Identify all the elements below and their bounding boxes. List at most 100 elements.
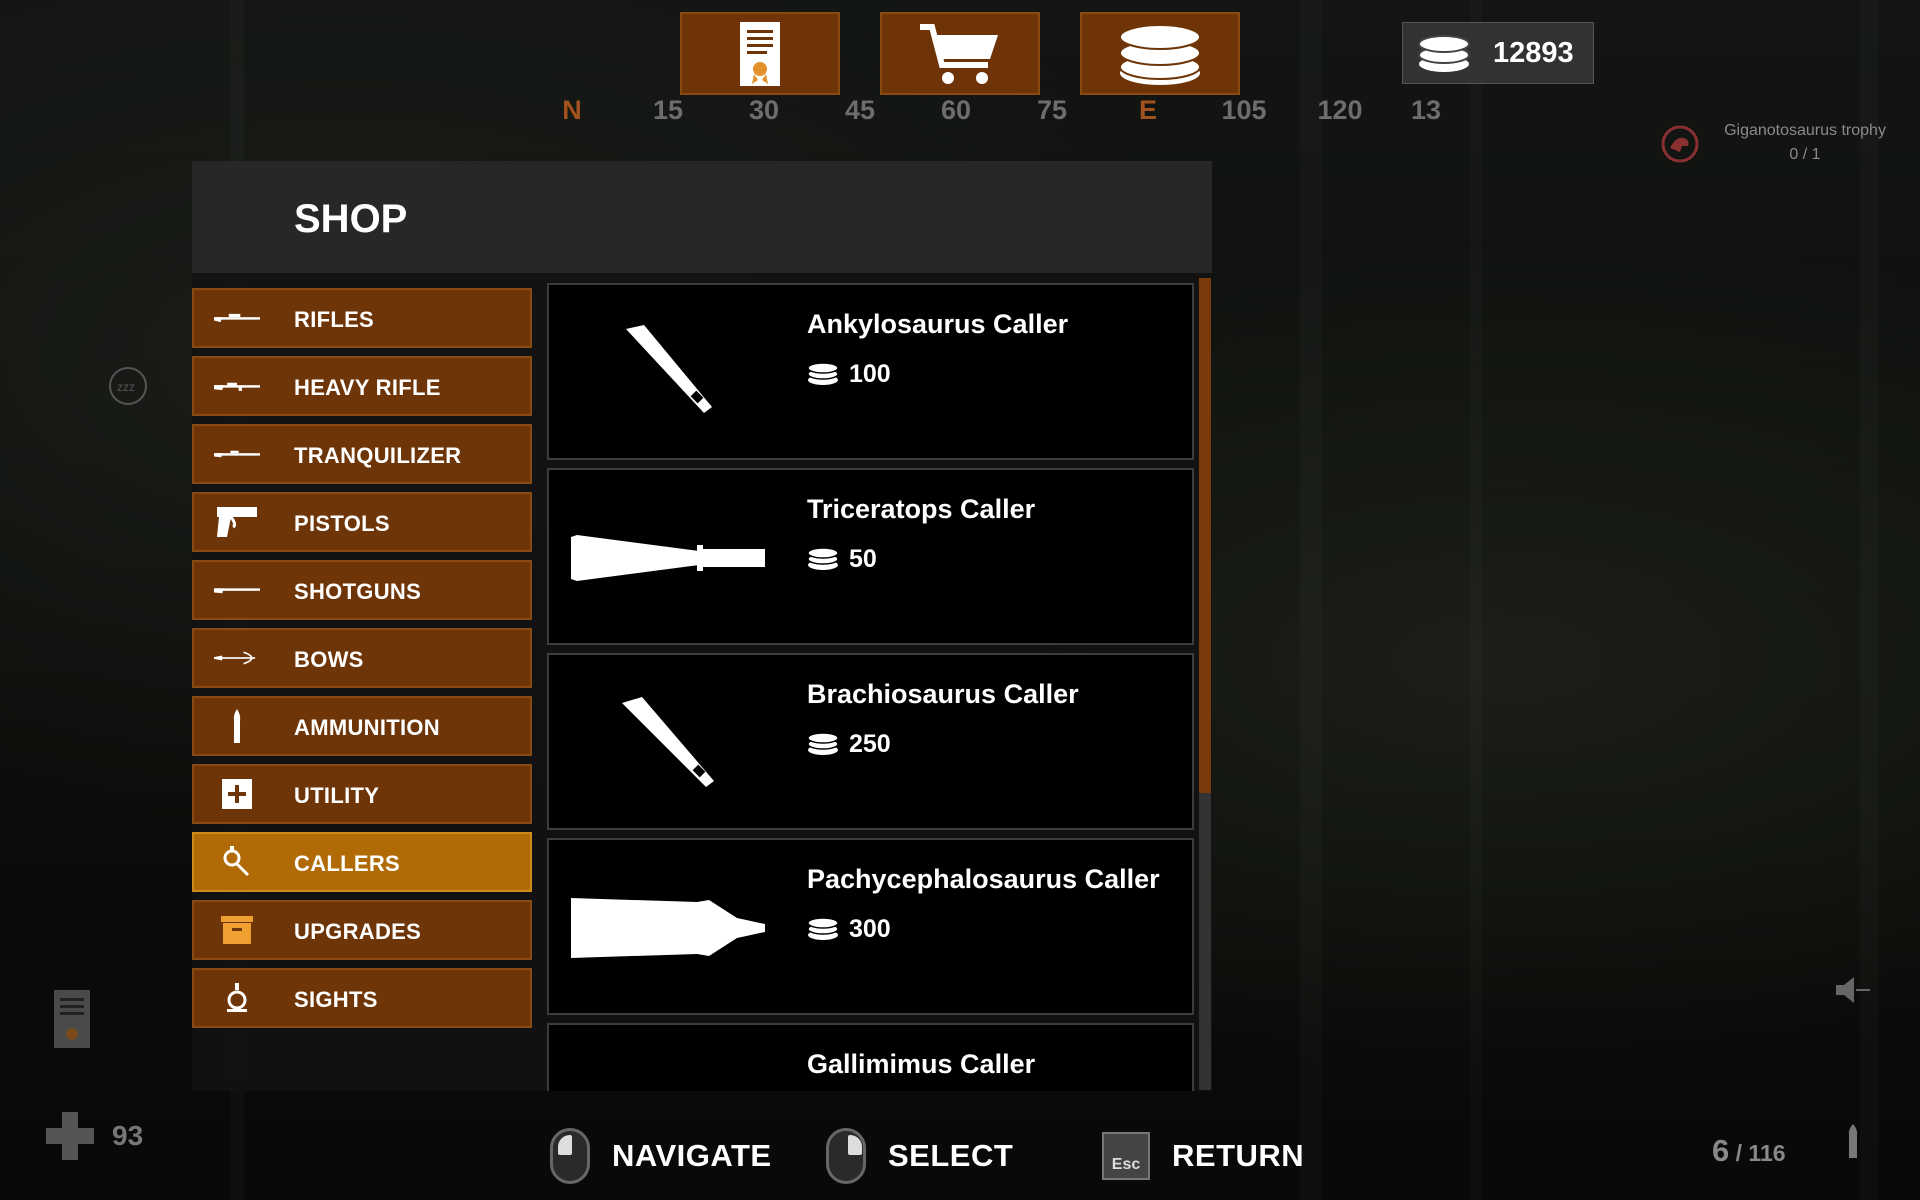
- coin-stack-icon: [807, 547, 839, 570]
- contract-certificate-icon: [54, 990, 90, 1048]
- item-price-value: 300: [849, 914, 891, 943]
- category-label: PISTOLS: [294, 511, 390, 536]
- item-name: Ankylosaurus Caller: [807, 309, 1069, 339]
- shopping-cart-icon: [920, 23, 998, 84]
- scope-sight-icon: [214, 970, 260, 1026]
- category-ammunition[interactable]: AMMUNITION: [192, 696, 532, 756]
- currency-tab[interactable]: [1080, 12, 1240, 95]
- shop-tab[interactable]: [880, 12, 1040, 95]
- item-price-value: 100: [849, 359, 891, 388]
- svg-text:zzz: zzz: [117, 380, 135, 394]
- compass-mark: 13: [1410, 95, 1442, 125]
- caller-horn-icon: [214, 834, 260, 890]
- page-title: SHOP: [294, 197, 408, 241]
- background-tree: [1860, 0, 1878, 1200]
- category-rifles[interactable]: RIFLES: [192, 288, 532, 348]
- item-price-value: 50: [849, 544, 877, 573]
- select-hint: SELECT: [826, 1125, 1013, 1187]
- category-label: HEAVY RIFLE: [294, 375, 441, 400]
- compass-mark: 105: [1221, 95, 1267, 125]
- category-heavy-rifle[interactable]: HEAVY RIFLE: [192, 356, 532, 416]
- category-label: CALLERS: [294, 851, 400, 876]
- coin-stack-icon: [1119, 23, 1201, 85]
- sleep-icon: zzz: [109, 367, 147, 405]
- category-label: RIFLES: [294, 307, 375, 332]
- shop-item-card[interactable]: Gallimimus Caller: [547, 1023, 1194, 1091]
- category-label: TRANQUILIZER: [294, 443, 462, 468]
- tranquilizer-rifle-icon: [214, 426, 260, 482]
- long-horn-caller-art: [569, 490, 769, 625]
- compass-mark: 60: [940, 95, 972, 125]
- bullet-icon: [214, 698, 260, 754]
- item-price: 300: [807, 914, 891, 944]
- shop-item-card[interactable]: Brachiosaurus Caller 250: [547, 653, 1194, 830]
- compass-mark: 120: [1317, 95, 1363, 125]
- scrollbar-thumb[interactable]: [1199, 278, 1211, 793]
- navigate-hint: NAVIGATE: [550, 1125, 772, 1187]
- contract-certificate-icon: [740, 21, 780, 86]
- item-name: Pachycephalosaurus Caller: [807, 864, 1160, 894]
- health-indicator: 93: [46, 1112, 143, 1160]
- coin-stack-icon: [807, 917, 839, 940]
- shop-item-card[interactable]: Triceratops Caller 50: [547, 468, 1194, 645]
- currency-amount: 12893: [1493, 36, 1574, 69]
- background-tree: [1470, 0, 1482, 1200]
- category-label: SHOTGUNS: [294, 579, 422, 604]
- compass-mark: N: [562, 95, 582, 125]
- return-hint[interactable]: Esc RETURN: [1102, 1125, 1304, 1187]
- upgrade-box-icon: [214, 902, 260, 958]
- ammo-current: 6: [1712, 1133, 1730, 1168]
- category-shotguns[interactable]: SHOTGUNS: [192, 560, 532, 620]
- item-name: Brachiosaurus Caller: [807, 679, 1079, 709]
- category-label: UTILITY: [294, 783, 380, 808]
- trophy-objective: Giganotosaurus trophy 0 / 1: [1640, 120, 1900, 170]
- compass-mark: 45: [844, 95, 876, 125]
- heavy-rifle-icon: [214, 358, 260, 414]
- category-callers[interactable]: CALLERS: [192, 832, 532, 892]
- rifle-icon: [214, 290, 260, 346]
- trophy-progress: 0 / 1: [1789, 146, 1821, 163]
- compass-mark: E: [1138, 95, 1158, 125]
- pistol-icon: [214, 494, 260, 550]
- esc-key-icon: Esc: [1102, 1132, 1150, 1180]
- shop-item-card[interactable]: Ankylosaurus Caller 100: [547, 283, 1194, 460]
- compass-mark: 75: [1036, 95, 1068, 125]
- coin-stack-icon: [807, 362, 839, 385]
- shop-header: SHOP: [192, 161, 1212, 273]
- item-name: Gallimimus Caller: [807, 1049, 1036, 1079]
- tube-caller-art: [569, 860, 769, 995]
- compass-mark: 15: [652, 95, 684, 125]
- category-tranquilizer[interactable]: TRANQUILIZER: [192, 424, 532, 484]
- dinosaur-objective-icon: [1661, 125, 1699, 163]
- category-pistols[interactable]: PISTOLS: [192, 492, 532, 552]
- coin-stack-icon: [1418, 35, 1470, 72]
- health-value: 93: [112, 1120, 144, 1151]
- hint-label: NAVIGATE: [612, 1138, 772, 1173]
- item-name: Triceratops Caller: [807, 494, 1036, 524]
- category-bows[interactable]: BOWS: [192, 628, 532, 688]
- bullet-icon: [1848, 1124, 1858, 1158]
- category-label: SIGHTS: [294, 987, 378, 1012]
- coin-stack-icon: [807, 732, 839, 755]
- category-label: UPGRADES: [294, 919, 422, 944]
- item-price: 100: [807, 359, 891, 389]
- hint-label: RETURN: [1172, 1138, 1305, 1173]
- ammo-counter: 6 / 116: [1712, 1133, 1786, 1169]
- category-sights[interactable]: SIGHTS: [192, 968, 532, 1028]
- currency-display: 12893: [1402, 22, 1594, 84]
- item-list-scrollbar[interactable]: [1199, 278, 1211, 1090]
- speaker-icon: [1836, 977, 1870, 1003]
- item-price: 250: [807, 729, 891, 759]
- category-upgrades[interactable]: UPGRADES: [192, 900, 532, 960]
- horn-caller-art: [569, 675, 769, 810]
- contracts-tab[interactable]: [680, 12, 840, 95]
- category-utility[interactable]: UTILITY: [192, 764, 532, 824]
- shop-item-card[interactable]: Pachycephalosaurus Caller 300: [547, 838, 1194, 1015]
- ammo-total: / 116: [1729, 1140, 1786, 1166]
- compass-mark: 30: [748, 95, 780, 125]
- shotgun-icon: [214, 562, 260, 618]
- medkit-plus-icon: [214, 766, 260, 822]
- trophy-name: Giganotosaurus trophy: [1724, 122, 1886, 139]
- hint-label: SELECT: [888, 1138, 1014, 1173]
- health-cross-icon: [46, 1112, 94, 1160]
